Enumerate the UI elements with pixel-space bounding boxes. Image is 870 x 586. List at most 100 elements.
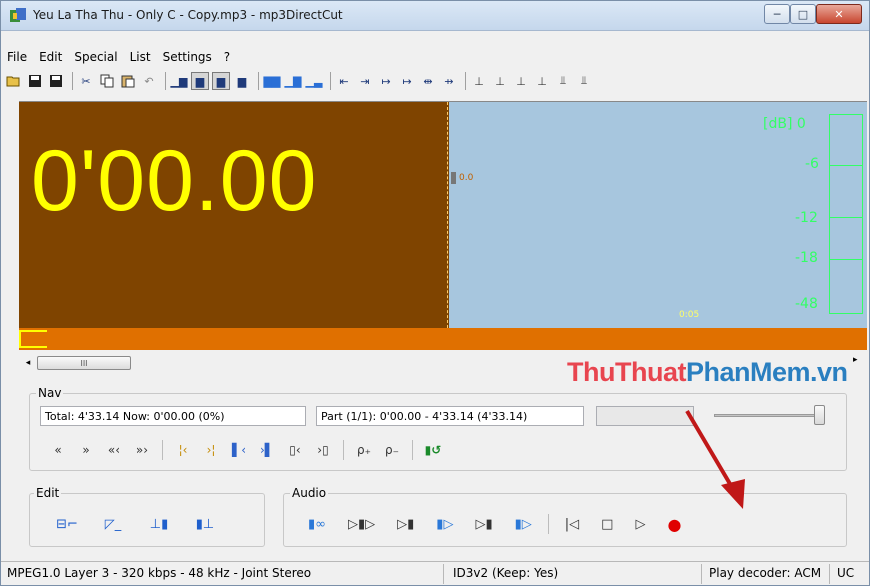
cue-5-icon[interactable]: ⇹ <box>419 72 437 90</box>
go-to-start-button[interactable]: |◁ <box>559 512 585 536</box>
save-list-icon[interactable] <box>47 72 65 90</box>
wave-view-3-icon[interactable]: ▆ <box>212 72 230 90</box>
total-time-field: Total: 4'33.14 Now: 0'00.00 (0%) <box>40 406 306 426</box>
nav-to-cue-end-button[interactable]: ›¦ <box>197 439 225 461</box>
meter-tick <box>830 217 862 218</box>
zoom-out-button[interactable]: ρ₋ <box>378 439 406 461</box>
cue-1-icon[interactable]: ⇤ <box>335 72 353 90</box>
nav-to-end-button[interactable]: ›▯ <box>309 439 337 461</box>
meter-tick <box>830 259 862 260</box>
play-selection-button[interactable]: ▷▮▷ <box>342 512 381 536</box>
wave-view-4-icon[interactable]: ▆ <box>233 72 251 90</box>
cue-2-icon[interactable]: ⇥ <box>356 72 374 90</box>
minimize-button[interactable]: ─ <box>764 4 790 24</box>
menu-edit[interactable]: Edit <box>39 50 62 64</box>
play-after-sel-button[interactable]: ▮▷ <box>509 512 538 536</box>
audio-separator <box>547 514 549 534</box>
record-button[interactable]: ● <box>661 512 687 536</box>
audio-group: Audio ▮∞ ▷▮▷ ▷▮ ▮▷ ▷▮ ▮▷ |◁ □ ▷ ● <box>283 486 847 547</box>
marker-2-icon[interactable]: ⊥ <box>491 72 509 90</box>
cue-6-icon[interactable]: ⇸ <box>440 72 458 90</box>
play-to-end-button[interactable]: ▷▮ <box>469 512 498 536</box>
copy-icon[interactable] <box>98 72 116 90</box>
marker-6-icon[interactable]: ⫫ <box>575 72 593 90</box>
save-icon[interactable] <box>26 72 44 90</box>
toolbar-separator <box>165 72 166 90</box>
meter-tick <box>830 165 862 166</box>
close-button[interactable]: ✕ <box>816 4 862 24</box>
stop-button[interactable]: □ <box>595 512 619 536</box>
status-divider <box>829 564 830 584</box>
menu-list[interactable]: List <box>130 50 151 64</box>
edit-fade-button[interactable]: ◸_ <box>90 512 136 536</box>
track-overview-bar[interactable] <box>19 328 867 350</box>
edit-group: Edit ⊟⌐ ◸_ ⊥▮ ▮⊥ <box>29 486 265 547</box>
audio-button-row: ▮∞ ▷▮▷ ▷▮ ▮▷ ▷▮ ▮▷ |◁ □ ▷ ● <box>302 512 697 536</box>
nav-separator <box>412 440 413 460</box>
menu-help[interactable]: ? <box>224 50 230 64</box>
marker-5-icon[interactable]: ⫫ <box>554 72 572 90</box>
loop-button[interactable]: ▮↺ <box>419 439 447 461</box>
wave-view-2-icon[interactable]: ▆ <box>191 72 209 90</box>
nav-group: Nav Total: 4'33.14 Now: 0'00.00 (0%) Par… <box>29 386 847 471</box>
scroll-right-arrow-icon[interactable]: ▸ <box>853 355 863 371</box>
status-format: MPEG1.0 Layer 3 - 320 kbps - 48 kHz - Jo… <box>7 566 312 580</box>
play-to-cue-button[interactable]: ▷▮ <box>391 512 420 536</box>
menu-settings[interactable]: Settings <box>163 50 212 64</box>
toolbar: ✂ ↶ ▁▆ ▆ ▆ ▆ ▇▇ ▁▇ ▁▃ ⇤ ⇥ ↦ ↦ ⇹ ⇸ ⊥ ⊥ ⊥ … <box>1 69 869 93</box>
play-from-cue-button[interactable]: ▮▷ <box>430 512 459 536</box>
open-icon[interactable] <box>5 72 23 90</box>
edit-cut-button[interactable]: ⊟⌐ <box>44 512 90 536</box>
marker-4-icon[interactable]: ⊥ <box>533 72 551 90</box>
cut-icon[interactable]: ✂ <box>77 72 95 90</box>
marker-label: 0.0 <box>459 173 474 183</box>
nav-to-sel-end-button[interactable]: ›▌ <box>253 439 281 461</box>
play-loop-button[interactable]: ▮∞ <box>302 512 332 536</box>
marker-3-icon[interactable]: ⊥ <box>512 72 530 90</box>
app-window: Yeu La Tha Thu - Only C - Copy.mp3 - mp3… <box>0 0 870 586</box>
window-title: Yeu La Tha Thu - Only C - Copy.mp3 - mp3… <box>33 8 343 22</box>
title-bar: Yeu La Tha Thu - Only C - Copy.mp3 - mp3… <box>1 1 869 31</box>
play-button[interactable]: ▷ <box>629 512 651 536</box>
nav-back-button[interactable]: « <box>44 439 72 461</box>
waveform-panel[interactable]: 0.0 [dB] 0 -6 -12 -18 -48 0:05 <box>449 102 867 328</box>
nav-to-sel-start-button[interactable]: ▌‹ <box>225 439 253 461</box>
paste-icon[interactable] <box>119 72 137 90</box>
nav-to-cue-start-button[interactable]: ¦‹ <box>169 439 197 461</box>
menu-special[interactable]: Special <box>74 50 117 64</box>
level-meter <box>829 114 863 314</box>
nav-separator <box>162 440 163 460</box>
scroll-left-arrow-icon[interactable]: ◂ <box>21 355 35 371</box>
progress-field <box>596 406 694 426</box>
nav-forward-fast-button[interactable]: »› <box>128 439 156 461</box>
nav-title: Nav <box>36 386 64 400</box>
toolbar-separator <box>330 72 331 90</box>
zoom-in-button[interactable]: ρ₊ <box>350 439 378 461</box>
marker-1-icon[interactable]: ⊥ <box>470 72 488 90</box>
status-divider <box>701 564 702 584</box>
undo-icon[interactable]: ↶ <box>140 72 158 90</box>
menu-bar: File Edit Special List Settings ? <box>1 47 869 67</box>
volume-slider-thumb[interactable] <box>814 405 825 425</box>
status-id3: ID3v2 (Keep: Yes) <box>453 566 559 580</box>
status-mode: UC <box>837 566 855 580</box>
volume-slider-track[interactable] <box>714 414 824 417</box>
status-decoder: Play decoder: ACM <box>709 566 822 580</box>
edit-split-right-button[interactable]: ▮⊥ <box>182 512 228 536</box>
nav-to-start-button[interactable]: ▯‹ <box>281 439 309 461</box>
maximize-button[interactable]: □ <box>790 4 816 24</box>
level-3-icon[interactable]: ▁▃ <box>305 72 323 90</box>
watermark-part-2: PhanMem.vn <box>685 357 848 387</box>
cue-3-icon[interactable]: ↦ <box>377 72 395 90</box>
wave-view-1-icon[interactable]: ▁▆ <box>170 72 188 90</box>
menu-file[interactable]: File <box>7 50 27 64</box>
nav-forward-button[interactable]: » <box>72 439 100 461</box>
nav-back-fast-button[interactable]: «‹ <box>100 439 128 461</box>
current-time: 0'00.00 <box>31 133 318 229</box>
cue-4-icon[interactable]: ↦ <box>398 72 416 90</box>
level-2-icon[interactable]: ▁▇ <box>284 72 302 90</box>
level-1-icon[interactable]: ▇▇ <box>263 72 281 90</box>
edit-split-left-button[interactable]: ⊥▮ <box>136 512 182 536</box>
status-divider <box>443 564 444 584</box>
scroll-thumb[interactable]: III <box>37 356 131 370</box>
